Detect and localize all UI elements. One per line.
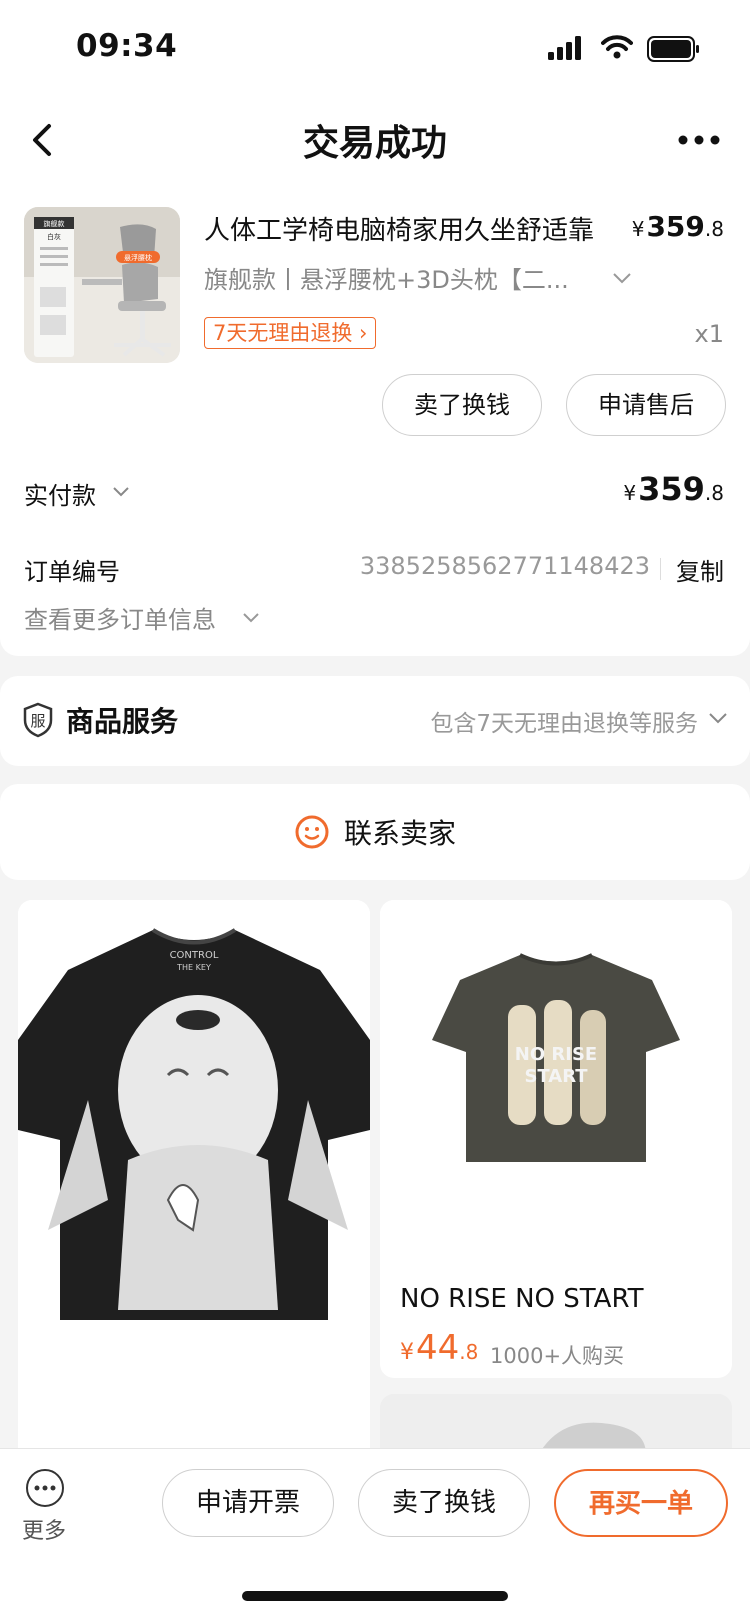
chevron-down-icon <box>709 713 727 724</box>
quantity: x1 <box>694 320 724 348</box>
seller-chat-icon <box>295 815 329 849</box>
svg-text:CONTROL: CONTROL <box>170 950 219 961</box>
product-thumbnail[interactable]: 旗舰款 白灰 悬浮腰枕 <box>24 207 180 363</box>
bottom-action-bar: 更多 申请开票 卖了换钱 再买一单 <box>0 1448 750 1623</box>
svg-text:旗舰款: 旗舰款 <box>44 219 65 228</box>
product-image: NO RISE START <box>380 900 732 1270</box>
recommend-sold-count: 1000+人购买 <box>490 1344 625 1368</box>
order-number-label: 订单编号 <box>24 558 120 586</box>
svg-text:START: START <box>524 1066 588 1087</box>
product-image: CONTROL THE KEY <box>18 900 370 1460</box>
chevron-down-icon[interactable] <box>112 486 130 497</box>
recommend-price: ¥44.8 <box>400 1328 479 1368</box>
more-order-info-link[interactable]: 查看更多订单信息 <box>24 600 216 635</box>
total-price: ¥359.8 <box>623 470 724 508</box>
payment-label[interactable]: 实付款 <box>24 476 96 511</box>
recommend-card-left[interactable]: CONTROL THE KEY <box>18 900 370 1460</box>
service-shield-icon: 服 <box>23 702 53 738</box>
chevron-down-icon[interactable] <box>612 272 632 284</box>
svg-text:NO RISE: NO RISE <box>515 1044 597 1065</box>
service-description: 包含7天无理由退换等服务 <box>430 711 698 737</box>
svg-text:悬浮腰枕: 悬浮腰枕 <box>124 253 152 262</box>
home-indicator <box>242 1591 508 1601</box>
more-options-button[interactable] <box>674 120 724 160</box>
nav-bar: 交易成功 <box>0 100 750 180</box>
chevron-down-icon[interactable] <box>242 612 260 623</box>
product-service-row[interactable]: 服 商品服务 包含7天无理由退换等服务 <box>0 676 750 766</box>
wifi-icon <box>601 35 633 59</box>
more-button[interactable] <box>26 1469 64 1507</box>
svg-text:服: 服 <box>30 712 45 730</box>
more-dots-icon <box>34 1485 56 1491</box>
divider <box>660 558 661 580</box>
status-time: 09:34 <box>76 28 178 64</box>
recommend-card-right[interactable]: NO RISE START NO RISE NO START ¥44.8 100… <box>380 900 732 1378</box>
office-chair-image: 旗舰款 白灰 悬浮腰枕 <box>24 207 180 363</box>
status-bar: 09:34 <box>0 0 750 100</box>
copy-button[interactable]: 复制 <box>676 552 724 587</box>
after-sale-button[interactable]: 申请售后 <box>566 374 726 436</box>
service-title: 商品服务 <box>66 705 179 738</box>
sell-button[interactable]: 卖了换钱 <box>382 374 542 436</box>
more-label[interactable]: 更多 <box>22 1513 66 1545</box>
product-spec[interactable]: 旗舰款丨悬浮腰枕+3D头枕【二... <box>204 260 569 295</box>
order-number: 3385258562771148423 <box>359 552 650 580</box>
sell-button-bottom[interactable]: 卖了换钱 <box>358 1469 530 1537</box>
page-title: 交易成功 <box>302 123 447 164</box>
contact-seller-label: 联系卖家 <box>343 817 456 850</box>
svg-text:THE KEY: THE KEY <box>176 963 211 972</box>
cellular-signal-icon <box>548 36 581 60</box>
rebuy-button[interactable]: 再买一单 <box>554 1469 728 1537</box>
battery-icon <box>647 36 699 62</box>
return-policy-tag[interactable]: 7天无理由退换 › <box>204 317 377 349</box>
product-name[interactable]: 人体工学椅电脑椅家用久坐舒适靠 <box>204 210 624 247</box>
order-card: 旗舰款 白灰 悬浮腰枕 人体工学椅电脑椅家用久坐舒适靠 ¥359.8 旗舰款丨悬… <box>0 180 750 656</box>
more-dots-icon <box>678 135 720 145</box>
recommend-title: NO RISE NO START <box>400 1284 644 1314</box>
svg-text:白灰: 白灰 <box>47 232 61 241</box>
product-price: ¥359.8 <box>631 210 724 243</box>
invoice-button[interactable]: 申请开票 <box>162 1469 334 1537</box>
contact-seller-row[interactable]: 联系卖家 <box>0 784 750 880</box>
